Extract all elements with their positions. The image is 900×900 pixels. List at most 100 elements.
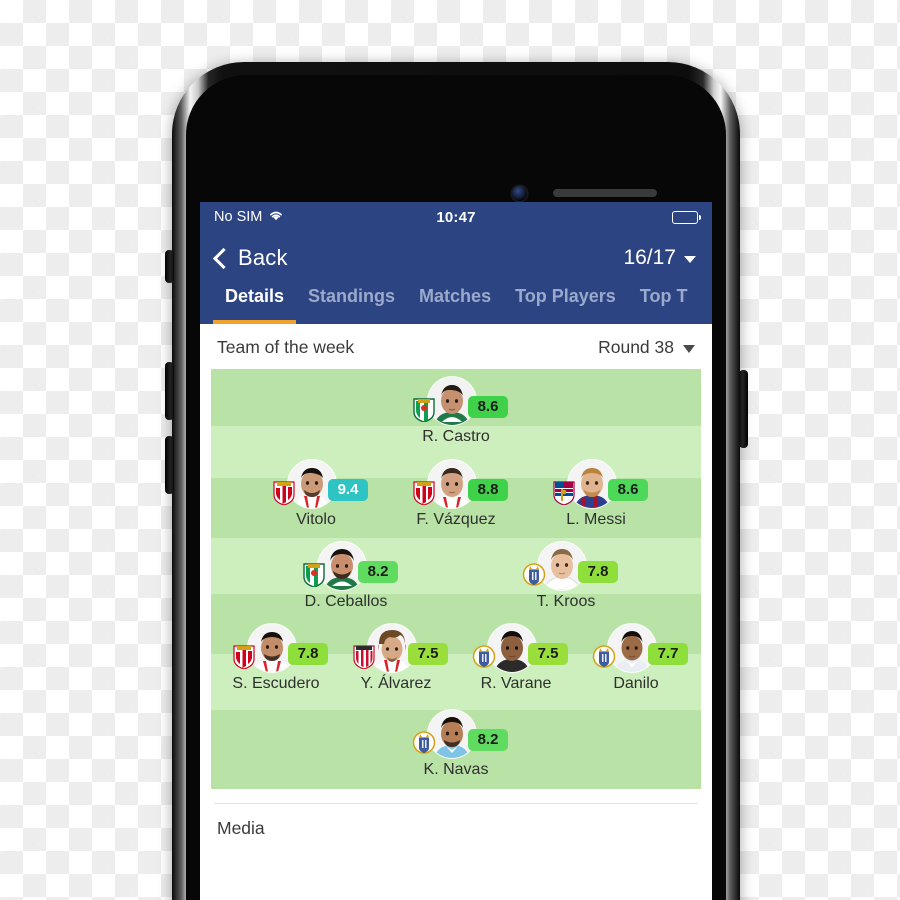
player-name: Y. Álvarez	[360, 674, 432, 692]
player-card[interactable]: 7.7 Danilo	[576, 623, 696, 693]
player-name: Danilo	[613, 674, 659, 692]
player-avatar-wrap: 7.5	[353, 623, 448, 672]
sevilla-crest	[272, 480, 296, 505]
athletic-bilbao-crest	[352, 644, 376, 669]
player-avatar-wrap: 7.5	[472, 623, 568, 672]
status-bar: No SIM 10:47	[200, 202, 712, 232]
formation-rows: 8.6 R. Castro 9.4 Vitolo 8.8 F. Vázquez …	[211, 369, 701, 789]
media-section-title: Media	[217, 818, 265, 838]
tab-standings[interactable]: Standings	[296, 284, 407, 324]
season-selector[interactable]: 16/17	[623, 246, 696, 270]
player-card[interactable]: 7.5 Y. Álvarez	[336, 623, 456, 693]
phone-screen: No SIM 10:47 Back 16/17 Details Standing…	[200, 202, 712, 900]
volume-up-button[interactable]	[165, 362, 174, 420]
tab-top-teams[interactable]: Top T	[628, 284, 700, 324]
screenshot-canvas: No SIM 10:47 Back 16/17 Details Standing…	[0, 0, 900, 900]
player-rating-badge: 9.4	[328, 478, 368, 502]
mute-switch-button[interactable]	[165, 250, 174, 283]
real-madrid-crest	[522, 562, 546, 587]
battery-icon	[672, 210, 701, 224]
volume-down-button[interactable]	[165, 436, 174, 494]
player-name: S. Escudero	[232, 674, 320, 692]
player-rating-badge: 8.8	[468, 478, 508, 502]
player-card[interactable]: 9.4 Vitolo	[246, 459, 386, 529]
player-rating-badge: 7.5	[408, 642, 448, 666]
real-madrid-crest	[412, 730, 436, 755]
formation-row-defenders: 7.8 S. Escudero 7.5 Y. Álvarez 7.5 R. Va…	[211, 617, 701, 699]
player-avatar-wrap: 8.8	[413, 459, 508, 508]
real-madrid-crest	[472, 644, 496, 669]
real-madrid-crest	[592, 644, 616, 669]
player-card[interactable]: 8.6 R. Castro	[396, 376, 516, 446]
player-rating-badge: 7.7	[648, 642, 688, 666]
player-name: R. Varane	[480, 674, 552, 692]
tab-bar: Details Standings Matches Top Players To…	[200, 284, 712, 324]
player-name: F. Vázquez	[416, 510, 496, 528]
player-card[interactable]: 8.6 L. Messi	[526, 459, 666, 529]
phone-device: No SIM 10:47 Back 16/17 Details Standing…	[160, 62, 752, 900]
player-avatar-wrap: 7.8	[233, 623, 328, 672]
tab-label: Details	[225, 286, 285, 306]
power-button[interactable]	[739, 370, 748, 448]
player-rating-badge: 8.2	[358, 560, 398, 584]
player-card[interactable]: 8.2 D. Ceballos	[276, 541, 416, 611]
chevron-left-icon	[212, 247, 235, 270]
season-selector-label: 16/17	[623, 246, 676, 269]
status-bar-right	[672, 210, 701, 224]
round-selector-label: Round 38	[598, 337, 674, 357]
player-name: T. Kroos	[536, 592, 596, 610]
player-avatar-wrap: 8.6	[553, 459, 648, 508]
tab-matches[interactable]: Matches	[407, 284, 503, 324]
player-card[interactable]: 8.8 F. Vázquez	[386, 459, 526, 529]
caret-down-icon	[684, 256, 696, 263]
tab-label: Standings	[308, 286, 396, 306]
sevilla-crest	[412, 480, 436, 505]
status-bar-clock: 10:47	[436, 208, 476, 226]
player-rating-badge: 7.8	[288, 642, 328, 666]
player-avatar-wrap: 9.4	[273, 459, 368, 508]
player-avatar-wrap: 7.8	[522, 541, 618, 590]
front-camera-icon	[512, 186, 527, 201]
player-card[interactable]: 7.5 R. Varane	[456, 623, 576, 693]
player-avatar-wrap: 7.7	[592, 623, 688, 672]
player-card[interactable]: 7.8 T. Kroos	[496, 541, 636, 611]
sevilla-crest	[232, 644, 256, 669]
player-avatar-wrap: 8.6	[413, 376, 508, 425]
back-button[interactable]: Back	[212, 245, 288, 271]
player-card[interactable]: 8.2 K. Navas	[396, 709, 516, 779]
section-title: Team of the week	[217, 337, 355, 357]
formation-row-goalkeeper: 8.2 K. Navas	[211, 699, 701, 789]
player-name: L. Messi	[566, 510, 626, 528]
formation-pitch: 8.6 R. Castro 9.4 Vitolo 8.8 F. Vázquez …	[211, 369, 701, 789]
player-name: Vitolo	[296, 510, 336, 528]
real-betis-crest	[412, 397, 436, 422]
barcelona-crest	[552, 480, 576, 505]
round-selector[interactable]: Round 38	[598, 337, 695, 358]
player-card[interactable]: 7.8 S. Escudero	[216, 623, 336, 693]
formation-row-forwards: 9.4 Vitolo 8.8 F. Vázquez 8.6 L. Messi	[211, 453, 701, 535]
formation-row-forward-center: 8.6 R. Castro	[211, 369, 701, 453]
real-betis-crest	[302, 562, 326, 587]
player-avatar-wrap: 8.2	[303, 541, 398, 590]
earpiece-speaker-icon	[553, 189, 657, 197]
player-name: D. Ceballos	[304, 592, 388, 610]
tab-top-players[interactable]: Top Players	[503, 284, 628, 324]
tab-details[interactable]: Details	[213, 284, 297, 324]
player-name: R. Castro	[422, 427, 490, 445]
tab-label: Matches	[419, 286, 492, 306]
player-rating-badge: 8.6	[468, 395, 508, 419]
tab-label: Top Players	[515, 286, 616, 306]
formation-row-midfielders: 8.2 D. Ceballos 7.8 T. Kroos	[211, 535, 701, 617]
player-rating-badge: 8.2	[468, 728, 508, 752]
back-button-label: Back	[238, 245, 288, 270]
navigation-bar: Back 16/17	[200, 232, 712, 284]
caret-down-icon	[683, 345, 695, 353]
team-of-the-week-header: Team of the week Round 38	[200, 324, 712, 369]
player-rating-badge: 7.8	[578, 560, 618, 584]
details-content: Team of the week Round 38 8.6 R. Castro …	[200, 324, 712, 900]
player-name: K. Navas	[423, 760, 489, 778]
tab-label: Top T	[639, 286, 688, 306]
player-avatar-wrap: 8.2	[412, 709, 508, 758]
player-rating-badge: 8.6	[608, 478, 648, 502]
player-rating-badge: 7.5	[528, 642, 568, 666]
